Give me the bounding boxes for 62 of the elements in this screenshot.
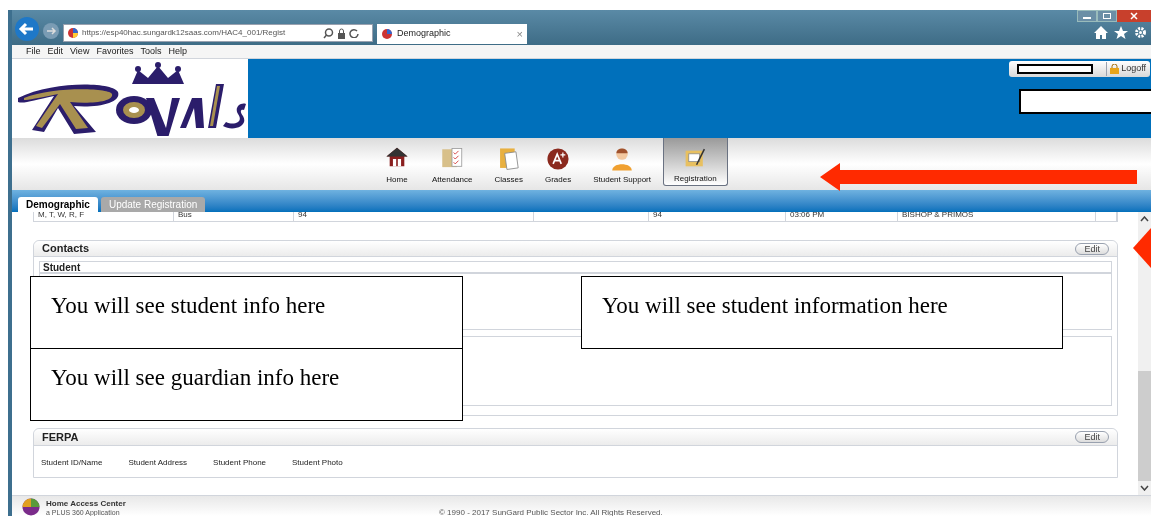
- nav-item[interactable]: Classes: [484, 138, 533, 186]
- section-title: FERPA: [42, 429, 79, 445]
- menu-item[interactable]: Favorites: [96, 44, 134, 59]
- nav-item[interactable]: Student Support: [583, 138, 661, 186]
- scrollbar[interactable]: [1138, 212, 1151, 495]
- nav-item[interactable]: Grades: [534, 138, 582, 186]
- menu-item[interactable]: Edit: [47, 44, 64, 59]
- settings-icon[interactable]: [1134, 26, 1147, 39]
- tab-title: Demographic: [397, 27, 452, 41]
- subsection-title: Student: [43, 260, 81, 275]
- nav-item[interactable]: Registration: [663, 138, 728, 186]
- forward-icon[interactable]: [42, 22, 60, 40]
- table-cell: Bus: [178, 212, 192, 219]
- tab[interactable]: Demographic: [18, 197, 98, 212]
- scroll-thumb[interactable]: [1138, 371, 1151, 481]
- star-icon[interactable]: [1114, 26, 1128, 39]
- table-cell: BISHOP & PRIMOS: [902, 212, 974, 219]
- close-icon: [1130, 12, 1138, 20]
- url-text: https://esp40hac.sungardk12saas.com/HAC4_001/Regist: [82, 27, 287, 39]
- site-icon: [67, 27, 79, 39]
- edit-button[interactable]: Edit: [1075, 431, 1109, 443]
- table-cell: 94: [298, 212, 307, 219]
- home-icon[interactable]: [1094, 26, 1108, 39]
- site-icon: [381, 28, 393, 40]
- arrow-icon: [1133, 228, 1151, 268]
- menu-item[interactable]: Help: [168, 44, 187, 59]
- logoff-link[interactable]: Logoff: [1121, 62, 1146, 76]
- annotation-box: You will see student info here: [30, 276, 463, 349]
- lock-icon: [1110, 64, 1120, 74]
- arrow-icon: [820, 163, 1138, 191]
- nav-item[interactable]: Attendance: [422, 138, 483, 186]
- app-name: Home Access Center: [46, 499, 126, 508]
- ferpa-item: Student ID/Name: [41, 457, 103, 469]
- plus-360-logo: [22, 498, 40, 516]
- user-menu-button[interactable]: Logoff: [1009, 61, 1150, 77]
- section-title: Contacts: [42, 241, 90, 257]
- table-cell: M, T, W, R, F: [38, 212, 85, 219]
- maximize-button[interactable]: [1097, 10, 1117, 22]
- back-icon[interactable]: [14, 16, 40, 42]
- search-icon[interactable]: [323, 27, 334, 39]
- annotation-box: You will see student information here: [581, 276, 1063, 349]
- scroll-down-icon[interactable]: [1140, 485, 1149, 491]
- ferpa-item: Student Phone: [213, 457, 267, 469]
- annotation-box: You will see guardian info here: [30, 348, 463, 421]
- copyright-text: © 1990 - 2017 SunGard Public Sector Inc. All Rights Reserved.: [439, 508, 663, 516]
- menu-item[interactable]: Tools: [140, 44, 162, 59]
- menu-item[interactable]: File: [26, 44, 41, 59]
- address-bar[interactable]: https://esp40hac.sungardk12saas.com/HAC4_001/Regist: [63, 24, 373, 42]
- ferpa-item: Student Photo: [292, 457, 343, 469]
- table-cell: 94: [653, 212, 662, 219]
- close-icon[interactable]: ×: [516, 25, 523, 43]
- table-cell: 03:06 PM: [790, 212, 825, 219]
- minimize-button[interactable]: [1077, 10, 1097, 22]
- menu-item[interactable]: View: [70, 44, 90, 59]
- scroll-up-icon[interactable]: [1140, 216, 1149, 222]
- close-button[interactable]: [1117, 10, 1151, 22]
- nav-item[interactable]: Home: [374, 138, 420, 186]
- browser-tab[interactable]: Demographic ×: [377, 24, 527, 44]
- edit-button[interactable]: Edit: [1075, 242, 1109, 255]
- lock-icon: [337, 27, 346, 39]
- refresh-icon[interactable]: [349, 28, 359, 38]
- ferpa-item: Student Address: [128, 457, 188, 469]
